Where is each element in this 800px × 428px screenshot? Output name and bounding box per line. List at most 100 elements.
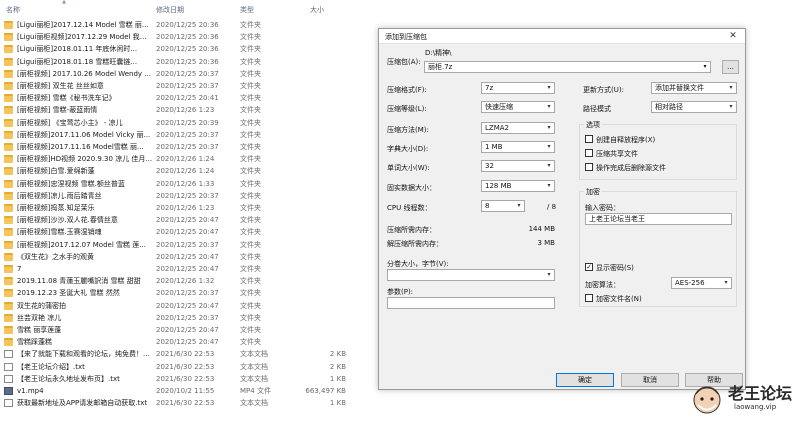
folder-row[interactable]: [丽柜视频] 2017.10.26 Model Wendy ... 2020/12… xyxy=(0,68,378,80)
file-row[interactable]: 获取最新地址及APP请发邮箱自动获取.txt 2021/6/30 22:53 文本文… xyxy=(0,397,378,409)
dialog-titlebar[interactable]: 添加到压缩包 ✕ xyxy=(379,29,745,44)
file-type: 文件夹 xyxy=(240,33,261,42)
file-name: 【老王论坛永久地址发布页】.txt xyxy=(17,374,120,383)
file-explorer: ▲ 名称 修改日期 类型 大小 [Ligui丽柜]2017.12.14 Mode… xyxy=(0,0,378,428)
folder-icon xyxy=(4,33,13,42)
chevron-down-icon: ▾ xyxy=(724,279,728,286)
folder-row[interactable]: [Ligui丽柜]2018.01.18 雪糕旺囊链... 2020/12/25 2… xyxy=(0,56,378,68)
file-name: [丽柜视频]忠涅视频 雪糕.额丝普蓝 xyxy=(17,179,125,188)
file-row[interactable]: 【老王论坛介绍】.txt 2021/6/30 22:53 文本文档 2 KB xyxy=(0,361,378,373)
folder-row[interactable]: [丽柜视频] 《宝莺芯小主》 - 凉儿 2020/12/25 20:39 文件夹 xyxy=(0,117,378,129)
folder-row[interactable]: [丽柜视频]白雪.爱绵新蓬 2020/12/26 1:24 文件夹 xyxy=(0,165,378,177)
update-value: 添加并替换文件 xyxy=(655,84,704,92)
format-select[interactable]: 7z ▾ xyxy=(481,82,555,94)
enc-method-select[interactable]: AES-256 ▾ xyxy=(671,277,732,289)
column-header-size[interactable]: 大小 xyxy=(310,4,324,16)
folder-row[interactable]: [丽柜视频]2017.12.07 Model 雪糕 莲... 2020/12/25… xyxy=(0,239,378,251)
folder-row[interactable]: 雪糕 丽享莲蓬 2020/12/25 20:47 文件夹 xyxy=(0,324,378,336)
folder-icon xyxy=(4,155,13,164)
browse-button[interactable]: ... xyxy=(722,60,739,74)
folder-row[interactable]: [丽柜视频]忠涅视频 雪糕.额丝普蓝 2020/12/26 1:33 文件夹 xyxy=(0,178,378,190)
folder-row[interactable]: 丝芸双艳 凉儿 2020/12/25 20:37 文件夹 xyxy=(0,312,378,324)
sfx-checkbox[interactable] xyxy=(585,135,593,143)
file-name: [丽柜视频] 双生花 丝丝如意 xyxy=(17,82,104,90)
file-name: 雪糕 丽享莲蓬 xyxy=(17,326,62,334)
folder-row[interactable]: [丽柜视频]沙沙.双人花.春情丝意 2020/12/25 20:47 文件夹 xyxy=(0,214,378,226)
file-row[interactable]: 【来了就能下载和观看的论坛，纯免费！... 2021/6/30 22:53 文本文档… xyxy=(0,348,378,360)
shared-checkbox[interactable] xyxy=(585,149,593,157)
file-date: 2020/12/25 20:36 xyxy=(156,21,219,29)
file-date: 2020/12/25 20:36 xyxy=(156,33,219,42)
watermark-title: 老王论坛 xyxy=(728,384,793,403)
folder-row[interactable]: [Ligui丽柜视频]2017.12.29 Model 我子... 2020/12… xyxy=(0,31,378,43)
encrypt-names-label: 加密文件名(N) xyxy=(596,295,642,303)
method-select[interactable]: LZMA2 ▾ xyxy=(481,122,555,134)
params-input[interactable] xyxy=(387,297,555,309)
folder-row[interactable]: [丽柜视频] 双生花 丝丝如意 2020/12/25 20:37 文件夹 xyxy=(0,80,378,92)
folder-icon xyxy=(4,313,13,322)
file-row[interactable]: v1.mp4 2020/10/2 11:55 MP4 文件 663,497 KB xyxy=(0,385,378,397)
word-select[interactable]: 32 ▾ xyxy=(481,160,555,172)
folder-row[interactable]: [丽柜视频] 雪糕-蔽蓝雨情 2020/12/26 1:23 文件夹 xyxy=(0,104,378,116)
folder-row[interactable]: [丽柜视频]捣蒸.知足茉乐 2020/12/26 1:23 文件夹 xyxy=(0,202,378,214)
chevron-down-icon[interactable]: ▾ xyxy=(700,62,710,72)
format-value: 7z xyxy=(485,84,494,92)
folder-row[interactable]: 雪糕踩蓬糕 2020/12/25 20:47 文件夹 xyxy=(0,336,378,348)
file-date: 2020/12/25 20:47 xyxy=(156,301,219,310)
ok-button[interactable]: 确定 xyxy=(556,373,614,387)
show-password-label: 显示密码(S) xyxy=(596,264,634,272)
file-date: 2020/12/25 20:37 xyxy=(156,240,219,249)
file-type: 文件夹 xyxy=(240,240,261,249)
folder-row[interactable]: [丽柜视频]2017.11.16 Model雪糕 丽... 2020/12/25 … xyxy=(0,141,378,153)
column-header-date[interactable]: 修改日期 xyxy=(156,4,184,16)
path-select[interactable]: 相对路径 ▾ xyxy=(651,101,737,113)
level-select[interactable]: 快速压缩 ▾ xyxy=(481,101,555,113)
password-value: 上老王论坛当老王 xyxy=(589,215,645,223)
split-select[interactable]: ▾ xyxy=(387,269,555,281)
folder-icon xyxy=(4,216,13,225)
file-name: [Ligui丽柜视频]2017.12.29 Model 我子... xyxy=(17,33,153,42)
delete-checkbox[interactable] xyxy=(585,163,593,171)
file-row[interactable]: 【老王论坛永久地址发布页】.txt 2021/6/30 22:53 文本文档 1 KB xyxy=(0,373,378,385)
file-date: 2020/12/25 20:47 xyxy=(156,265,219,273)
folder-icon xyxy=(4,143,13,151)
folder-row[interactable]: [丽柜视频]雪糕.玉赛湿销魂 2020/12/25 20:47 文件夹 xyxy=(0,226,378,238)
folder-row[interactable]: 7 2020/12/25 20:47 文件夹 xyxy=(0,263,378,275)
column-header-type[interactable]: 类型 xyxy=(240,4,254,16)
folder-row[interactable]: [Ligui丽柜]2018.01.11 年底休闲时... 2020/12/25 2… xyxy=(0,43,378,55)
folder-icon xyxy=(4,265,13,273)
folder-row[interactable]: [丽柜视频]凉儿.雨后踏青丝 2020/12/25 20:37 文件夹 xyxy=(0,190,378,202)
column-header-name[interactable]: 名称 xyxy=(6,4,20,16)
archive-name-field[interactable]: 丽柜.7z ▾ xyxy=(424,61,711,73)
update-select[interactable]: 添加并替换文件 ▾ xyxy=(651,82,737,94)
folder-row[interactable]: [丽柜视频] 雪糕《秘书洗车记》 2020/12/25 20:41 文件夹 xyxy=(0,92,378,104)
file-date: 2020/12/25 20:37 xyxy=(156,143,219,151)
file-date: 2020/12/25 20:47 xyxy=(156,326,219,334)
folder-row[interactable]: 《双生花》之水手的观黄 2020/12/25 20:47 文件夹 xyxy=(0,251,378,263)
folder-row[interactable]: [丽柜视频]HD视频 2020.9.30 凉儿 佳月... 2020/12/26 … xyxy=(0,153,378,165)
folder-row[interactable]: 2019.12.23 圣诞大礼 雪糕 然然 2020/12/25 20:37 文件夹 xyxy=(0,287,378,299)
password-field[interactable]: 上老王论坛当老王 xyxy=(585,213,732,225)
file-type: 文件夹 xyxy=(240,167,261,176)
file-type: 文件夹 xyxy=(240,82,261,90)
cpu-select[interactable]: 8 ▾ xyxy=(481,200,525,212)
file-name: [丽柜视频]2017.11.06 Model Vicky 丽... xyxy=(17,130,151,139)
dict-select[interactable]: 1 MB ▾ xyxy=(481,141,555,153)
sfx-label: 创建自释放程序(X) xyxy=(596,136,656,144)
chevron-down-icon: ▾ xyxy=(547,182,551,189)
cancel-button[interactable]: 取消 xyxy=(621,373,679,387)
folder-row[interactable]: 2019.11.08 青蓮玉麗嘴訳消 雪糕 甜甜 2020/12/26 1:32 文… xyxy=(0,275,378,287)
folder-row[interactable]: 双生花的蒲密拍 2020/12/25 20:47 文件夹 xyxy=(0,300,378,312)
file-date: 2020/12/25 20:37 xyxy=(156,313,219,322)
solid-select[interactable]: 128 MB ▾ xyxy=(481,180,555,192)
folder-row[interactable]: [Ligui丽柜]2017.12.14 Model 雪糕 丽... 2020/12… xyxy=(0,19,378,31)
close-icon[interactable]: ✕ xyxy=(721,29,745,44)
show-password-checkbox[interactable]: ✓ xyxy=(585,263,593,271)
encrypt-names-checkbox[interactable] xyxy=(585,294,593,302)
folder-row[interactable]: [丽柜视频]2017.11.06 Model Vicky 丽... 2020/12… xyxy=(0,129,378,141)
level-label: 压缩等级(L): xyxy=(387,105,427,113)
file-name: [丽柜视频]2017.12.07 Model 雪糕 莲... xyxy=(17,240,146,249)
file-name: [丽柜视频] 2017.10.26 Model Wendy ... xyxy=(17,69,151,78)
folder-icon xyxy=(4,106,13,115)
sort-up-icon[interactable]: ▲ xyxy=(60,0,68,5)
